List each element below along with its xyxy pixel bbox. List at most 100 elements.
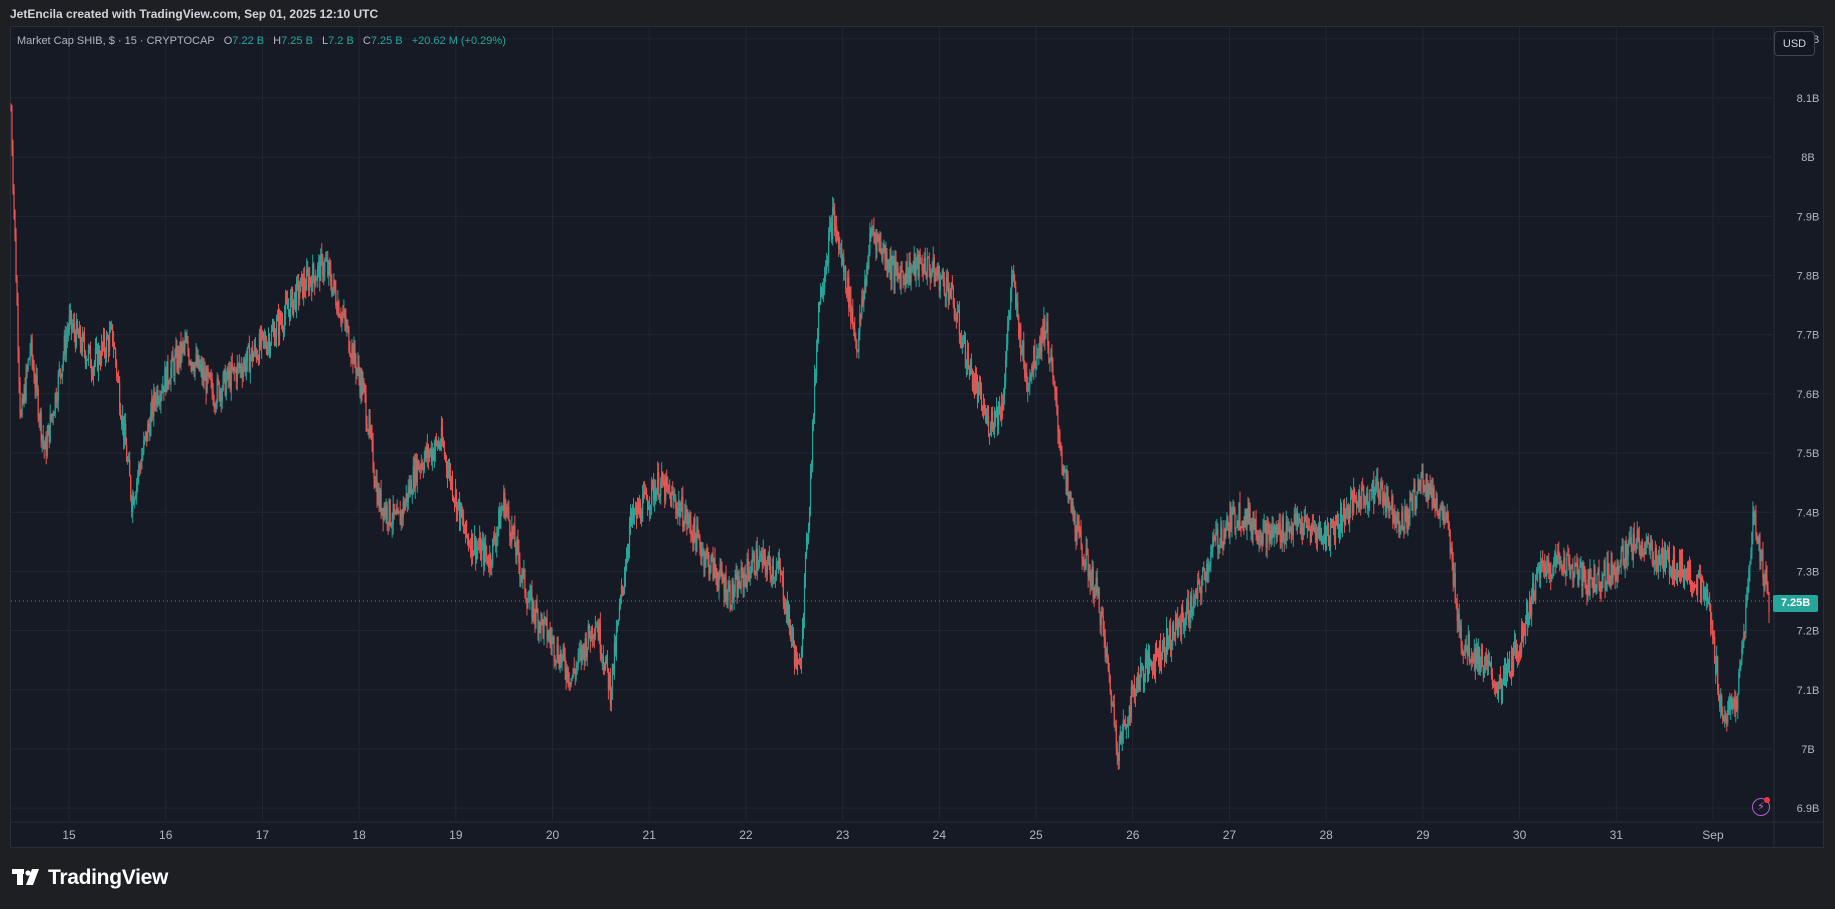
candle-body (217, 378, 219, 382)
candle-body (300, 277, 302, 292)
candle-body (240, 365, 242, 373)
candle-body (82, 333, 85, 338)
price-axis: 8.2B8.1B8B7.9B7.8B7.7B7.6B7.5B7.4B7.3B7.… (1797, 34, 1820, 815)
candle-body (919, 253, 921, 264)
time-tick-label: Sep (1702, 828, 1724, 842)
candle-body (1471, 656, 1473, 661)
candle-body (652, 480, 654, 483)
candle-body (170, 367, 172, 384)
candle-body (1512, 644, 1515, 674)
candle-body (71, 326, 73, 329)
candle-body (615, 630, 618, 653)
currency-button[interactable]: USD (1774, 31, 1815, 56)
candle-body (500, 513, 502, 529)
candle-body (161, 392, 163, 394)
candle-body (1590, 569, 1592, 578)
candle-body (1742, 642, 1744, 649)
candle-body (169, 383, 171, 385)
candle-body (701, 552, 703, 558)
candle-body (252, 354, 254, 362)
price-tick-label: 7.3B (1797, 566, 1820, 578)
candle-body (741, 567, 743, 572)
candle-body (593, 636, 595, 638)
candle-body (1564, 557, 1566, 573)
candle-body (316, 278, 318, 281)
candle-body (533, 601, 535, 617)
candle-body (863, 291, 865, 304)
candle-body (1647, 537, 1649, 544)
candle-body (1546, 567, 1548, 577)
candle-body (242, 366, 244, 377)
candle-body (79, 327, 81, 346)
candle-body (656, 488, 658, 501)
price-tick-label: 8.1B (1797, 93, 1820, 105)
candle-body (334, 280, 336, 291)
candle-body (1345, 508, 1348, 511)
candle-body (901, 271, 903, 273)
candle-body (142, 452, 144, 459)
candle-body (283, 315, 286, 331)
candle-body (1080, 530, 1082, 546)
candle-body (307, 269, 309, 274)
candle-body (1101, 610, 1103, 617)
tradingview-logo[interactable]: TradingView (12, 866, 168, 890)
candle-body (1368, 501, 1370, 509)
candle-body (958, 310, 960, 335)
candlesticks (10, 103, 1770, 770)
candle-body (684, 515, 686, 527)
candle-body (157, 389, 159, 404)
candle-body (386, 505, 388, 523)
candle-body (1502, 674, 1505, 682)
candle-body (1436, 498, 1438, 514)
candle-body (1573, 574, 1575, 581)
candle-body (733, 592, 735, 599)
candle-body (576, 663, 578, 668)
candle-body (959, 334, 961, 342)
candle-body (130, 476, 132, 498)
candle-body (1651, 542, 1653, 564)
candle-body (570, 678, 572, 686)
candle-body (1160, 659, 1163, 664)
candle-body (317, 265, 319, 279)
candle-body (249, 357, 251, 373)
candle-body (85, 360, 88, 364)
candle-body (108, 331, 111, 352)
time-tick-label: 26 (1126, 828, 1140, 842)
candle-body (738, 576, 740, 588)
candle-body (1750, 555, 1752, 564)
candle-body (869, 233, 871, 253)
candle-body (1767, 587, 1769, 594)
candle-body (354, 344, 356, 362)
candle-body (952, 288, 954, 305)
candle-body (1053, 378, 1055, 381)
candle-body (824, 275, 826, 289)
candle-body (254, 344, 256, 351)
candle-body (807, 527, 810, 543)
candle-body (473, 551, 475, 556)
candle-body (1499, 675, 1502, 686)
candle-body (991, 411, 994, 426)
candle-body (1584, 577, 1586, 580)
candle-body (1092, 566, 1094, 597)
candle-body (718, 576, 720, 589)
candle-body (928, 258, 930, 270)
candle-body (1264, 520, 1266, 524)
candle-body (1017, 302, 1019, 317)
candle-body (907, 276, 909, 283)
candle-body (174, 355, 176, 376)
candle-body (567, 667, 569, 683)
candle-body (370, 431, 372, 434)
candle-body (1217, 529, 1219, 549)
price-chart[interactable]: 8.2B8.1B8B7.9B7.8B7.7B7.6B7.5B7.4B7.3B7.… (0, 0, 1835, 909)
price-tick-label: 7.6B (1797, 389, 1820, 401)
candle-body (1006, 344, 1008, 360)
candle-body (148, 423, 150, 427)
candle-body (809, 470, 812, 507)
candle-body (1619, 563, 1621, 567)
candle-body (1739, 666, 1741, 673)
candle-body (618, 605, 621, 620)
candle-body (497, 527, 499, 536)
candle-body (1405, 508, 1407, 513)
candle-body (930, 273, 932, 280)
candle-body (633, 512, 636, 519)
